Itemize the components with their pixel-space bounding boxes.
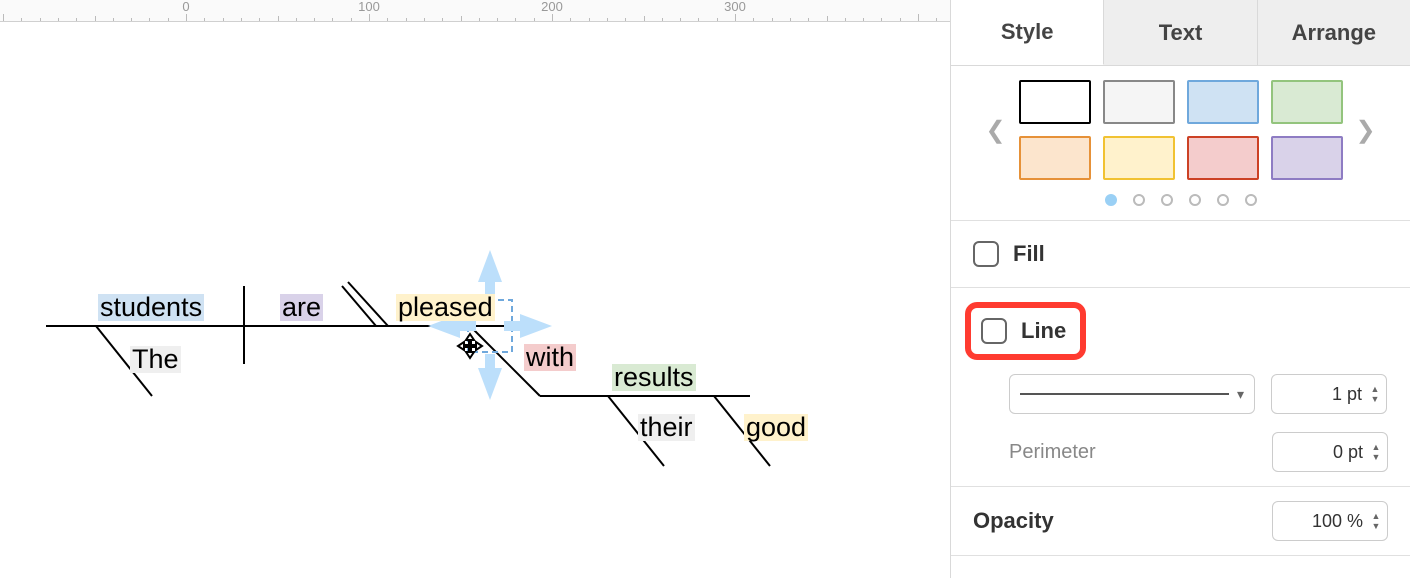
palette-swatch[interactable] — [1103, 80, 1175, 124]
line-width-field[interactable]: 1 pt ▲ ▼ — [1271, 374, 1387, 414]
app-root: 0100200300 — [0, 0, 1410, 578]
word-good[interactable]: good — [744, 414, 808, 441]
line-highlight: Line — [965, 302, 1086, 360]
stepper-up-icon[interactable]: ▲ — [1369, 511, 1383, 521]
palette-swatch[interactable] — [1103, 136, 1175, 180]
word-students[interactable]: students — [98, 294, 204, 321]
pager-dot[interactable] — [1217, 194, 1229, 206]
opacity-section: Opacity 100 % ▲ ▼ — [951, 487, 1410, 556]
opacity-value: 100 % — [1312, 511, 1365, 532]
stepper-up-icon[interactable]: ▲ — [1368, 384, 1382, 394]
palette-swatch[interactable] — [1187, 80, 1259, 124]
palette-next-icon[interactable]: ❯ — [1353, 110, 1379, 150]
line-section: Line ▾ 1 pt ▲ ▼ Perimeter 0 pt — [951, 288, 1410, 487]
perimeter-label: Perimeter — [1009, 441, 1096, 464]
panel-tabs: Style Text Arrange — [951, 0, 1410, 66]
tab-style[interactable]: Style — [951, 0, 1104, 65]
line-style-select[interactable]: ▾ — [1009, 374, 1255, 414]
canvas-area[interactable]: 0100200300 — [0, 0, 950, 578]
word-with[interactable]: with — [524, 344, 576, 371]
pager-dot[interactable] — [1189, 194, 1201, 206]
tab-text[interactable]: Text — [1104, 0, 1257, 65]
pager-dot[interactable] — [1133, 194, 1145, 206]
chevron-down-icon: ▾ — [1229, 386, 1244, 403]
pager-dot[interactable] — [1105, 194, 1117, 206]
opacity-stepper[interactable]: ▲ ▼ — [1369, 511, 1383, 531]
word-the[interactable]: The — [130, 346, 181, 373]
sentence-diagram[interactable]: students are pleased The with results th… — [0, 0, 950, 578]
pager-dot[interactable] — [1245, 194, 1257, 206]
fill-section: Fill — [951, 221, 1410, 288]
palette-section: ❮ ❯ — [951, 66, 1410, 221]
line-width-value: 1 pt — [1332, 384, 1364, 405]
palette-swatch[interactable] — [1019, 80, 1091, 124]
stepper-up-icon[interactable]: ▲ — [1369, 442, 1383, 452]
palette-pager-dots — [973, 180, 1388, 206]
fill-label: Fill — [1013, 241, 1045, 267]
stepper-down-icon[interactable]: ▼ — [1369, 521, 1383, 531]
format-panel: Style Text Arrange ❮ ❯ Fill Line — [950, 0, 1410, 578]
perimeter-field[interactable]: 0 pt ▲ ▼ — [1272, 432, 1388, 472]
palette-swatch[interactable] — [1271, 80, 1343, 124]
pager-dot[interactable] — [1161, 194, 1173, 206]
move-cursor-icon — [456, 332, 484, 365]
line-label: Line — [1021, 318, 1066, 344]
color-palette — [1019, 80, 1343, 180]
line-checkbox[interactable] — [981, 318, 1007, 344]
perimeter-value: 0 pt — [1333, 442, 1365, 463]
line-style-preview — [1020, 393, 1229, 395]
palette-swatch[interactable] — [1019, 136, 1091, 180]
opacity-field[interactable]: 100 % ▲ ▼ — [1272, 501, 1388, 541]
fill-checkbox[interactable] — [973, 241, 999, 267]
line-width-stepper[interactable]: ▲ ▼ — [1368, 384, 1382, 404]
stepper-down-icon[interactable]: ▼ — [1368, 394, 1382, 404]
tab-arrange[interactable]: Arrange — [1258, 0, 1410, 65]
word-are[interactable]: are — [280, 294, 323, 321]
word-their[interactable]: their — [638, 414, 695, 441]
word-results[interactable]: results — [612, 364, 696, 391]
guide-arrows — [0, 0, 950, 578]
word-pleased[interactable]: pleased — [396, 294, 495, 321]
palette-prev-icon[interactable]: ❮ — [983, 110, 1009, 150]
stepper-down-icon[interactable]: ▼ — [1369, 452, 1383, 462]
palette-swatch[interactable] — [1271, 136, 1343, 180]
opacity-label: Opacity — [973, 508, 1054, 534]
perimeter-stepper[interactable]: ▲ ▼ — [1369, 442, 1383, 462]
palette-swatch[interactable] — [1187, 136, 1259, 180]
